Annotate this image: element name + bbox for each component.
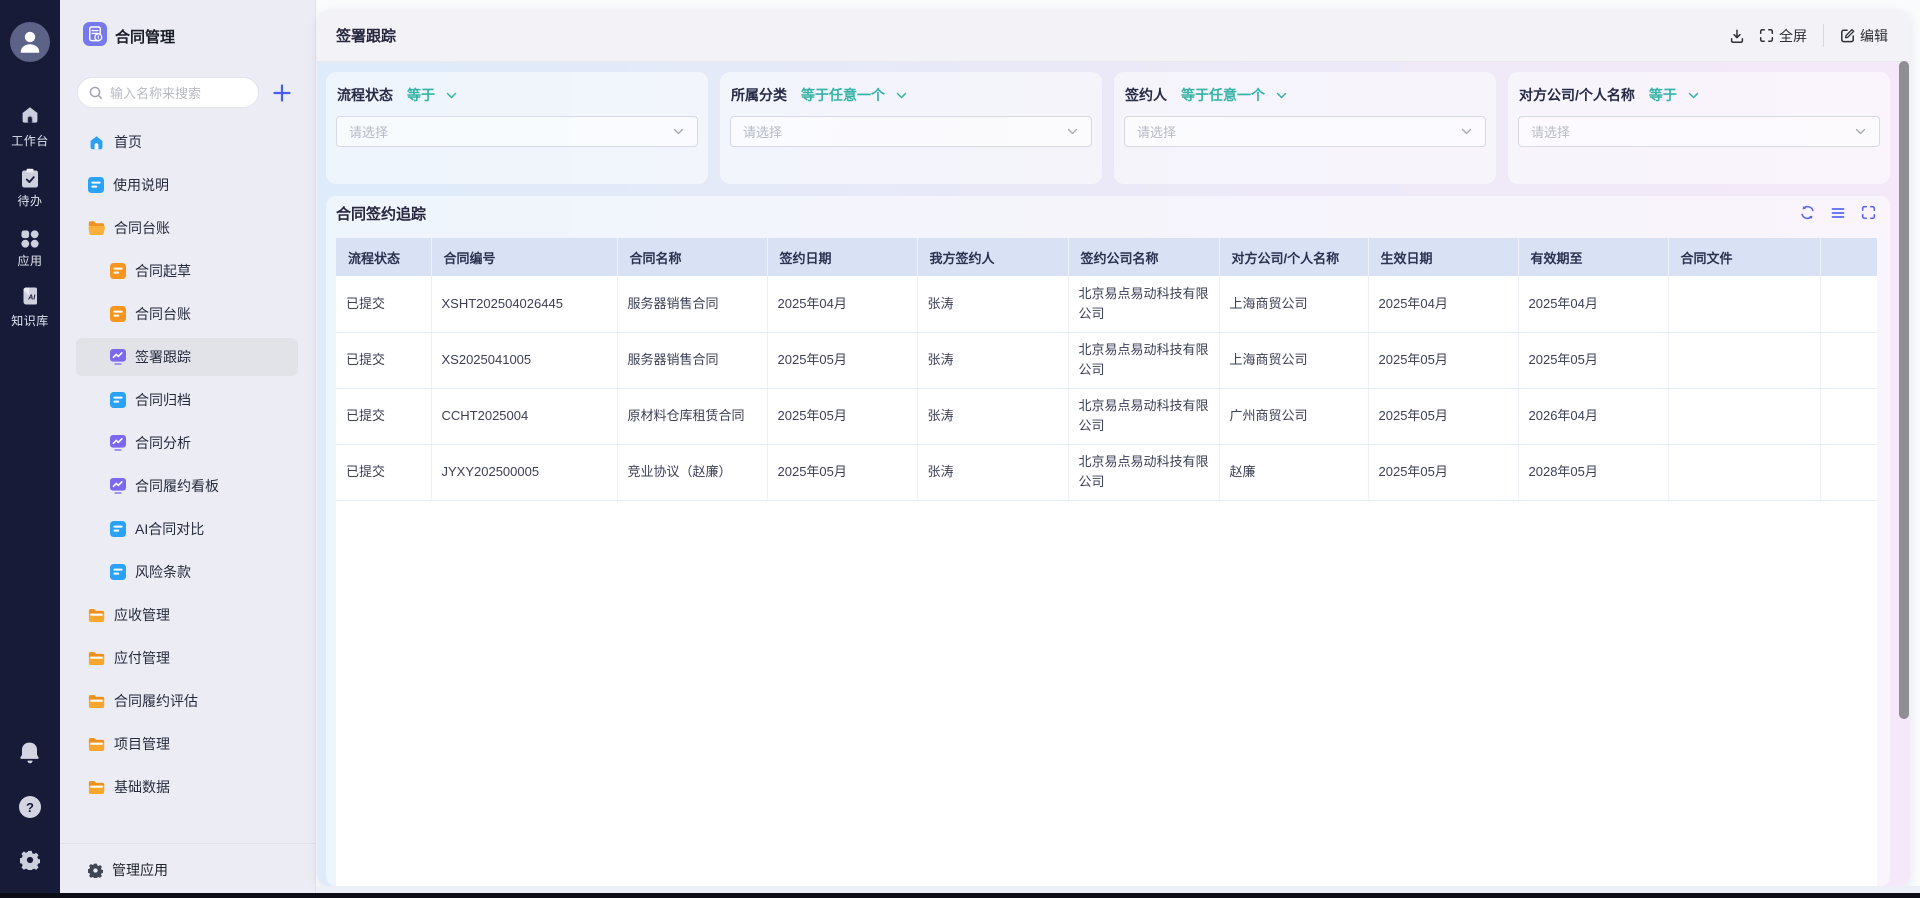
svg-text:?: ? xyxy=(26,800,34,815)
svg-text:AI: AI xyxy=(27,293,36,302)
